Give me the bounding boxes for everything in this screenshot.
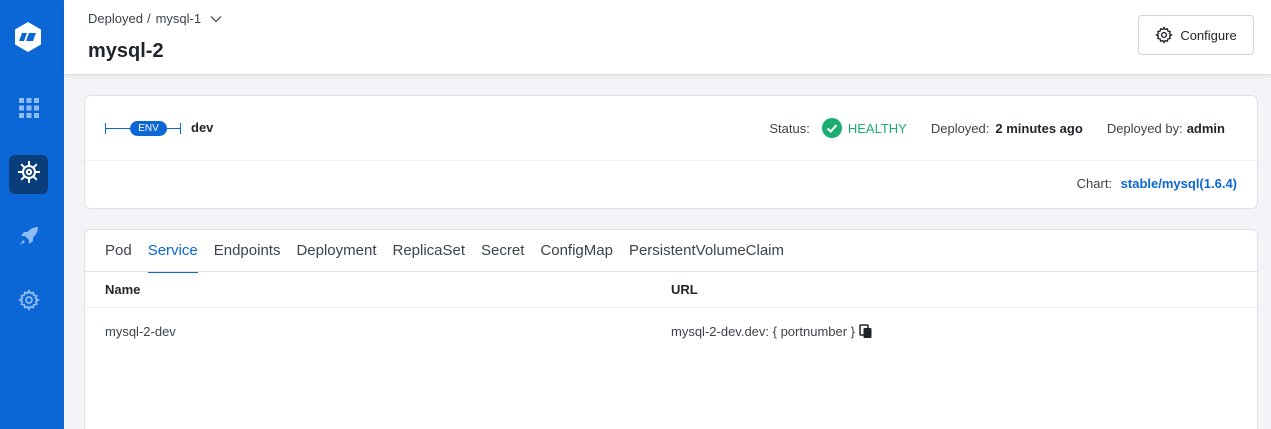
deployed-label: Deployed: <box>930 120 990 136</box>
deployed-by-value: admin <box>1186 120 1225 136</box>
chevron-down-icon[interactable] <box>210 15 222 23</box>
tab-pod[interactable]: Pod <box>105 230 132 272</box>
breadcrumb-parent[interactable]: Deployed <box>88 11 143 26</box>
tab-configmap[interactable]: ConfigMap <box>540 230 613 272</box>
rocket-icon <box>18 225 40 252</box>
column-header-name: Name <box>105 282 141 297</box>
status-label: Status: <box>769 120 810 136</box>
tab-deployment[interactable]: Deployment <box>296 230 376 272</box>
environment-row: ENV dev Status: HEALTHY Deployed: 2 minu… <box>85 96 1257 161</box>
sidebar-item-deploy[interactable] <box>9 219 48 258</box>
environment-card: ENV dev Status: HEALTHY Deployed: 2 minu… <box>84 95 1258 209</box>
env-name: dev <box>191 120 214 135</box>
sidebar-item-deployed[interactable] <box>9 155 48 194</box>
service-url-cell: mysql-2-dev.dev: { portnumber } <box>671 324 873 339</box>
column-header-url: URL <box>671 282 698 297</box>
tab-secret[interactable]: Secret <box>481 230 524 272</box>
configure-button[interactable]: Configure <box>1138 15 1254 55</box>
env-line-tick <box>180 123 181 134</box>
env-badge: ENV <box>130 121 167 136</box>
breadcrumb: Deployed / mysql-1 <box>88 11 222 26</box>
service-url: mysql-2-dev.dev: { portnumber } <box>671 324 856 339</box>
page-header: Deployed / mysql-1 mysql-2 Configure <box>64 0 1271 75</box>
deployment-status: Status: HEALTHY Deployed: 2 minutes ago … <box>769 118 1225 138</box>
tabs-divider <box>85 271 1257 272</box>
status-badge: HEALTHY <box>821 118 907 138</box>
tab-persistentvolumeclaim[interactable]: PersistentVolumeClaim <box>629 230 784 272</box>
check-circle-icon <box>821 118 848 138</box>
apps-grid-icon <box>18 98 39 123</box>
page-title: mysql-2 <box>88 40 164 62</box>
chart-label: Chart: <box>1076 176 1113 191</box>
logo-icon[interactable] <box>12 21 44 53</box>
helm-wheel-icon <box>17 160 41 189</box>
sidebar-item-apps[interactable] <box>9 91 48 130</box>
chart-info: Chart: stable/mysql(1.6.4) <box>1077 176 1237 191</box>
tab-endpoints[interactable]: Endpoints <box>214 230 281 272</box>
configure-label: Configure <box>1180 27 1237 43</box>
resource-tabs: Pod Service Endpoints Deployment Replica… <box>105 230 800 273</box>
breadcrumb-separator: / <box>146 11 151 26</box>
tab-service[interactable]: Service <box>147 230 198 273</box>
sidebar-item-settings[interactable] <box>9 283 48 322</box>
status-value: HEALTHY <box>847 120 907 136</box>
service-name-cell: mysql-2-dev <box>105 324 176 339</box>
copy-icon[interactable] <box>859 324 873 339</box>
chart-link[interactable]: stable/mysql(1.6.4) <box>1121 176 1237 191</box>
tab-replicaset[interactable]: ReplicaSet <box>393 230 466 272</box>
gear-icon <box>17 289 40 316</box>
table-header-divider <box>85 307 1257 308</box>
deployed-value: 2 minutes ago <box>995 120 1083 136</box>
deployed-by-label: Deployed by: <box>1106 120 1183 136</box>
gear-icon <box>1155 26 1180 44</box>
resources-card: Pod Service Endpoints Deployment Replica… <box>84 229 1258 429</box>
breadcrumb-current[interactable]: mysql-1 <box>156 11 202 26</box>
sidebar <box>0 0 64 429</box>
